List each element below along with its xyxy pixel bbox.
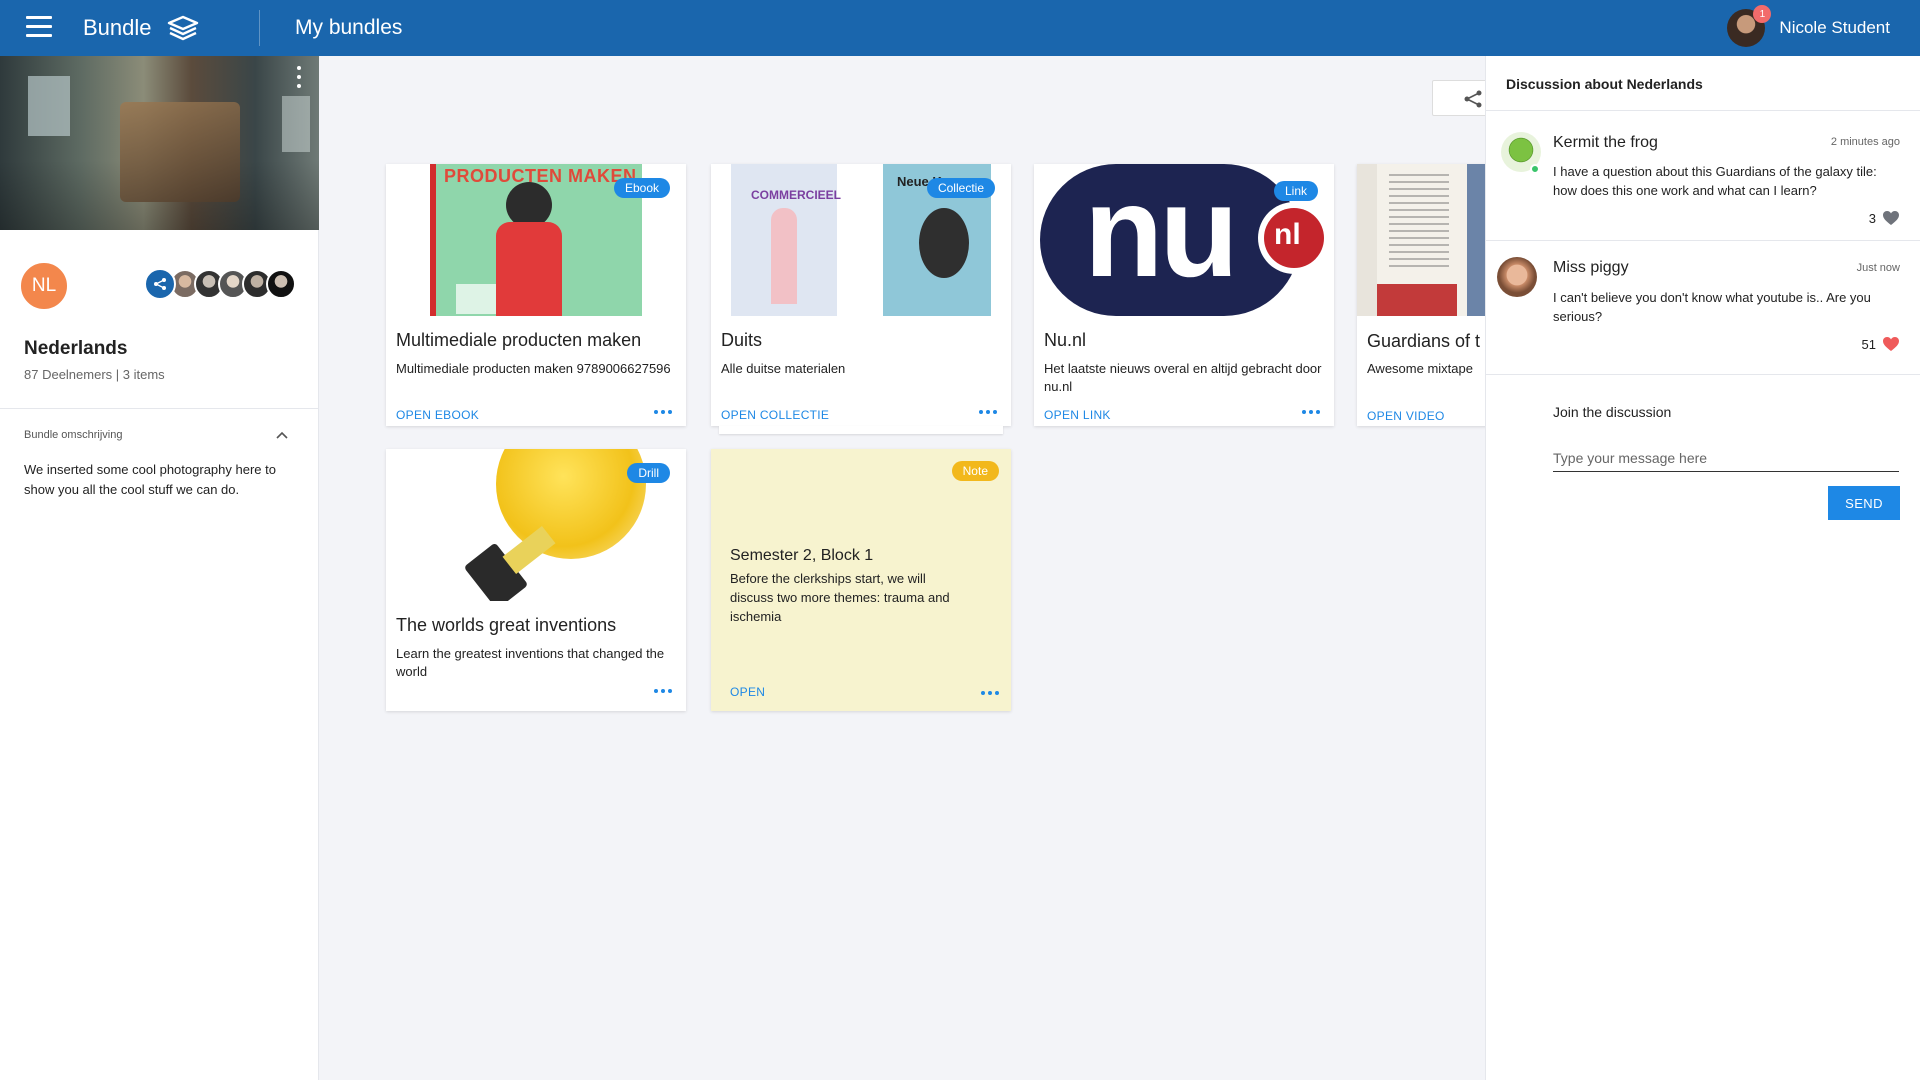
page-title: My bundles <box>295 16 403 39</box>
chevron-up-icon[interactable] <box>276 430 288 442</box>
topbar-divider <box>259 10 260 46</box>
card-description: Het laatste nieuws overal en altijd gebr… <box>1044 361 1322 394</box>
note-text: Before the clerkships start, we will dis… <box>730 571 950 624</box>
discussion-panel: Discussion about Nederlands Kermit the f… <box>1485 56 1920 1080</box>
join-discussion-label: Join the discussion <box>1553 404 1672 420</box>
card-title: Nu.nl <box>1044 330 1087 350</box>
member-avatar[interactable] <box>266 269 296 299</box>
share-icon <box>1464 90 1482 108</box>
brand[interactable]: Bundle <box>83 0 200 56</box>
note-title: Semester 2, Block 1 <box>730 547 874 564</box>
type-badge: Collectie <box>926 178 995 198</box>
bundle-cover-image <box>0 56 319 230</box>
description-text: We inserted some cool photography here t… <box>24 462 276 497</box>
send-button[interactable]: SEND <box>1828 486 1900 520</box>
thumb-text: COMMERCIEEL <box>751 188 841 202</box>
type-badge: Link <box>1273 181 1318 201</box>
message-text: I have a question about this Guardians o… <box>1553 164 1877 198</box>
bundle-card-drill[interactable]: Drill The worlds great inventions Learn … <box>386 449 686 711</box>
user-menu[interactable]: 1 Nicole Student <box>1727 0 1890 56</box>
type-badge: Ebook <box>613 178 670 198</box>
bundle-card-note[interactable]: Note Semester 2, Block 1 Before the cler… <box>711 449 1011 711</box>
divider <box>1486 374 1920 375</box>
heart-icon <box>1883 211 1899 225</box>
message-time: Just now <box>1856 262 1900 274</box>
member-avatars[interactable] <box>144 268 296 300</box>
description-label: Bundle omschrijving <box>24 429 123 441</box>
card-description: Multimediale producten maken 97890066275… <box>396 361 671 376</box>
divider <box>1486 240 1920 241</box>
open-note-link[interactable]: OPEN <box>730 685 765 699</box>
hamburger-menu-icon[interactable] <box>26 16 52 40</box>
type-badge: Note <box>951 461 999 481</box>
divider <box>1486 110 1920 111</box>
user-avatar[interactable]: 1 <box>1727 5 1772 47</box>
top-bar: Bundle My bundles 1 Nicole Student <box>0 0 1920 56</box>
bundle-card-collectie[interactable]: COMMERCIEEL Neue Ko Collectie Duits Alle… <box>711 164 1011 426</box>
message-author: Kermit the frog <box>1553 134 1658 151</box>
layers-icon <box>167 15 198 41</box>
open-ebook-link[interactable]: OPEN EBOOK <box>396 408 479 422</box>
cover-more-icon[interactable] <box>295 66 303 88</box>
message-input[interactable] <box>1553 444 1899 472</box>
like-button[interactable]: 51 <box>1862 336 1900 352</box>
notification-badge[interactable]: 1 <box>1753 5 1772 23</box>
more-options-icon[interactable] <box>979 410 997 414</box>
bundle-meta: 87 Deelnemers | 3 items <box>24 367 165 382</box>
message-text: I can't believe you don't know what yout… <box>1553 290 1871 324</box>
thumb-text: nl <box>1274 218 1301 251</box>
message-time: 2 minutes ago <box>1830 136 1900 148</box>
card-description: Learn the greatest inventions that chang… <box>396 646 665 679</box>
card-title: Guardians of t <box>1367 331 1481 351</box>
message-author: Miss piggy <box>1553 259 1629 276</box>
share-button[interactable] <box>1432 80 1492 116</box>
like-count: 51 <box>1861 336 1876 352</box>
stacked-card-shadow <box>719 426 1003 434</box>
more-options-icon[interactable] <box>654 689 672 693</box>
discussion-title: Discussion about Nederlands <box>1506 76 1703 92</box>
brand-name: Bundle <box>83 15 152 40</box>
heart-icon <box>1883 337 1899 351</box>
open-collectie-link[interactable]: OPEN COLLECTIE <box>721 408 829 422</box>
user-name: Nicole Student <box>1779 18 1890 37</box>
more-options-icon[interactable] <box>654 410 672 414</box>
bundle-card-ebook[interactable]: PRODUCTEN MAKEN Ebook Multimediale produ… <box>386 164 686 426</box>
more-options-icon[interactable] <box>1302 410 1320 414</box>
card-title: The worlds great inventions <box>396 615 617 635</box>
open-link-link[interactable]: OPEN LINK <box>1044 408 1111 422</box>
share-icon[interactable] <box>144 268 176 300</box>
bundle-card-link[interactable]: nu nl Link Nu.nl Het laatste nieuws over… <box>1034 164 1334 426</box>
open-video-link[interactable]: OPEN VIDEO <box>1367 409 1445 423</box>
type-badge: Drill <box>627 463 670 483</box>
like-button[interactable]: 3 <box>1869 210 1900 226</box>
divider <box>0 408 319 409</box>
thumb-text: nu <box>1084 164 1239 304</box>
like-count: 3 <box>1868 210 1876 226</box>
bundle-sidebar: NL Nederlands 87 Deelnemers | 3 items Bu… <box>0 56 319 1080</box>
more-options-icon[interactable] <box>981 691 999 695</box>
card-title: Duits <box>721 330 763 350</box>
bundle-name: Nederlands <box>24 338 128 359</box>
card-title: Multimediale producten maken <box>396 330 642 350</box>
online-status-icon <box>1530 164 1540 174</box>
bundle-avatar: NL <box>18 260 70 312</box>
avatar[interactable] <box>1497 257 1537 297</box>
card-description: Alle duitse materialen <box>721 361 846 376</box>
thumb-text: PRODUCTEN MAKEN <box>444 166 637 186</box>
